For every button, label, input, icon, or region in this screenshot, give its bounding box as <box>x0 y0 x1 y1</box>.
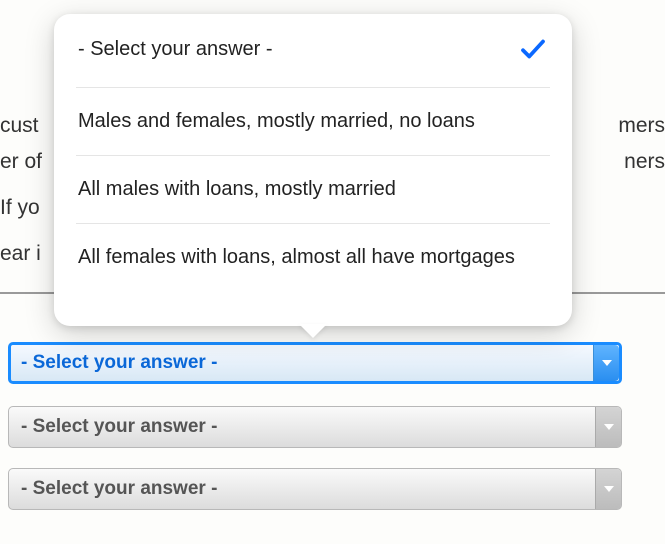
option-all-females-loans-mortgages[interactable]: All females with loans, almost all have … <box>76 223 550 291</box>
options-popover: - Select your answer - Males and females… <box>54 14 572 326</box>
bg-text-fragment: If yo <box>0 196 40 220</box>
option-males-females-married-no-loans[interactable]: Males and females, mostly married, no lo… <box>76 87 550 155</box>
option-label: - Select your answer - <box>78 38 273 60</box>
chevron-down-icon <box>595 407 621 447</box>
dropdown-label: - Select your answer - <box>21 416 217 438</box>
bg-text-fragment: ear i <box>0 242 41 266</box>
option-label: All females with loans, almost all have … <box>78 246 515 268</box>
chevron-down-icon <box>595 469 621 509</box>
answer-dropdown-2[interactable]: - Select your answer - <box>8 406 622 448</box>
divider <box>572 292 665 294</box>
option-label: Males and females, mostly married, no lo… <box>78 110 475 132</box>
bg-text-fragment: er of <box>0 150 42 174</box>
bg-text-fragment: cust <box>0 114 39 138</box>
chevron-down-icon <box>593 345 619 381</box>
option-placeholder[interactable]: - Select your answer - <box>54 14 572 87</box>
answer-dropdown-3[interactable]: - Select your answer - <box>8 468 622 510</box>
bg-text-fragment: ners <box>624 150 665 174</box>
bg-text-fragment: mers <box>618 114 665 138</box>
option-all-males-loans-married[interactable]: All males with loans, mostly married <box>76 155 550 223</box>
checkmark-icon <box>518 34 548 64</box>
answer-dropdown-1[interactable]: - Select your answer - <box>8 342 622 384</box>
dropdown-label: - Select your answer - <box>21 478 217 500</box>
option-label: All males with loans, mostly married <box>78 178 396 200</box>
divider <box>0 292 58 294</box>
dropdown-label: - Select your answer - <box>21 352 217 374</box>
